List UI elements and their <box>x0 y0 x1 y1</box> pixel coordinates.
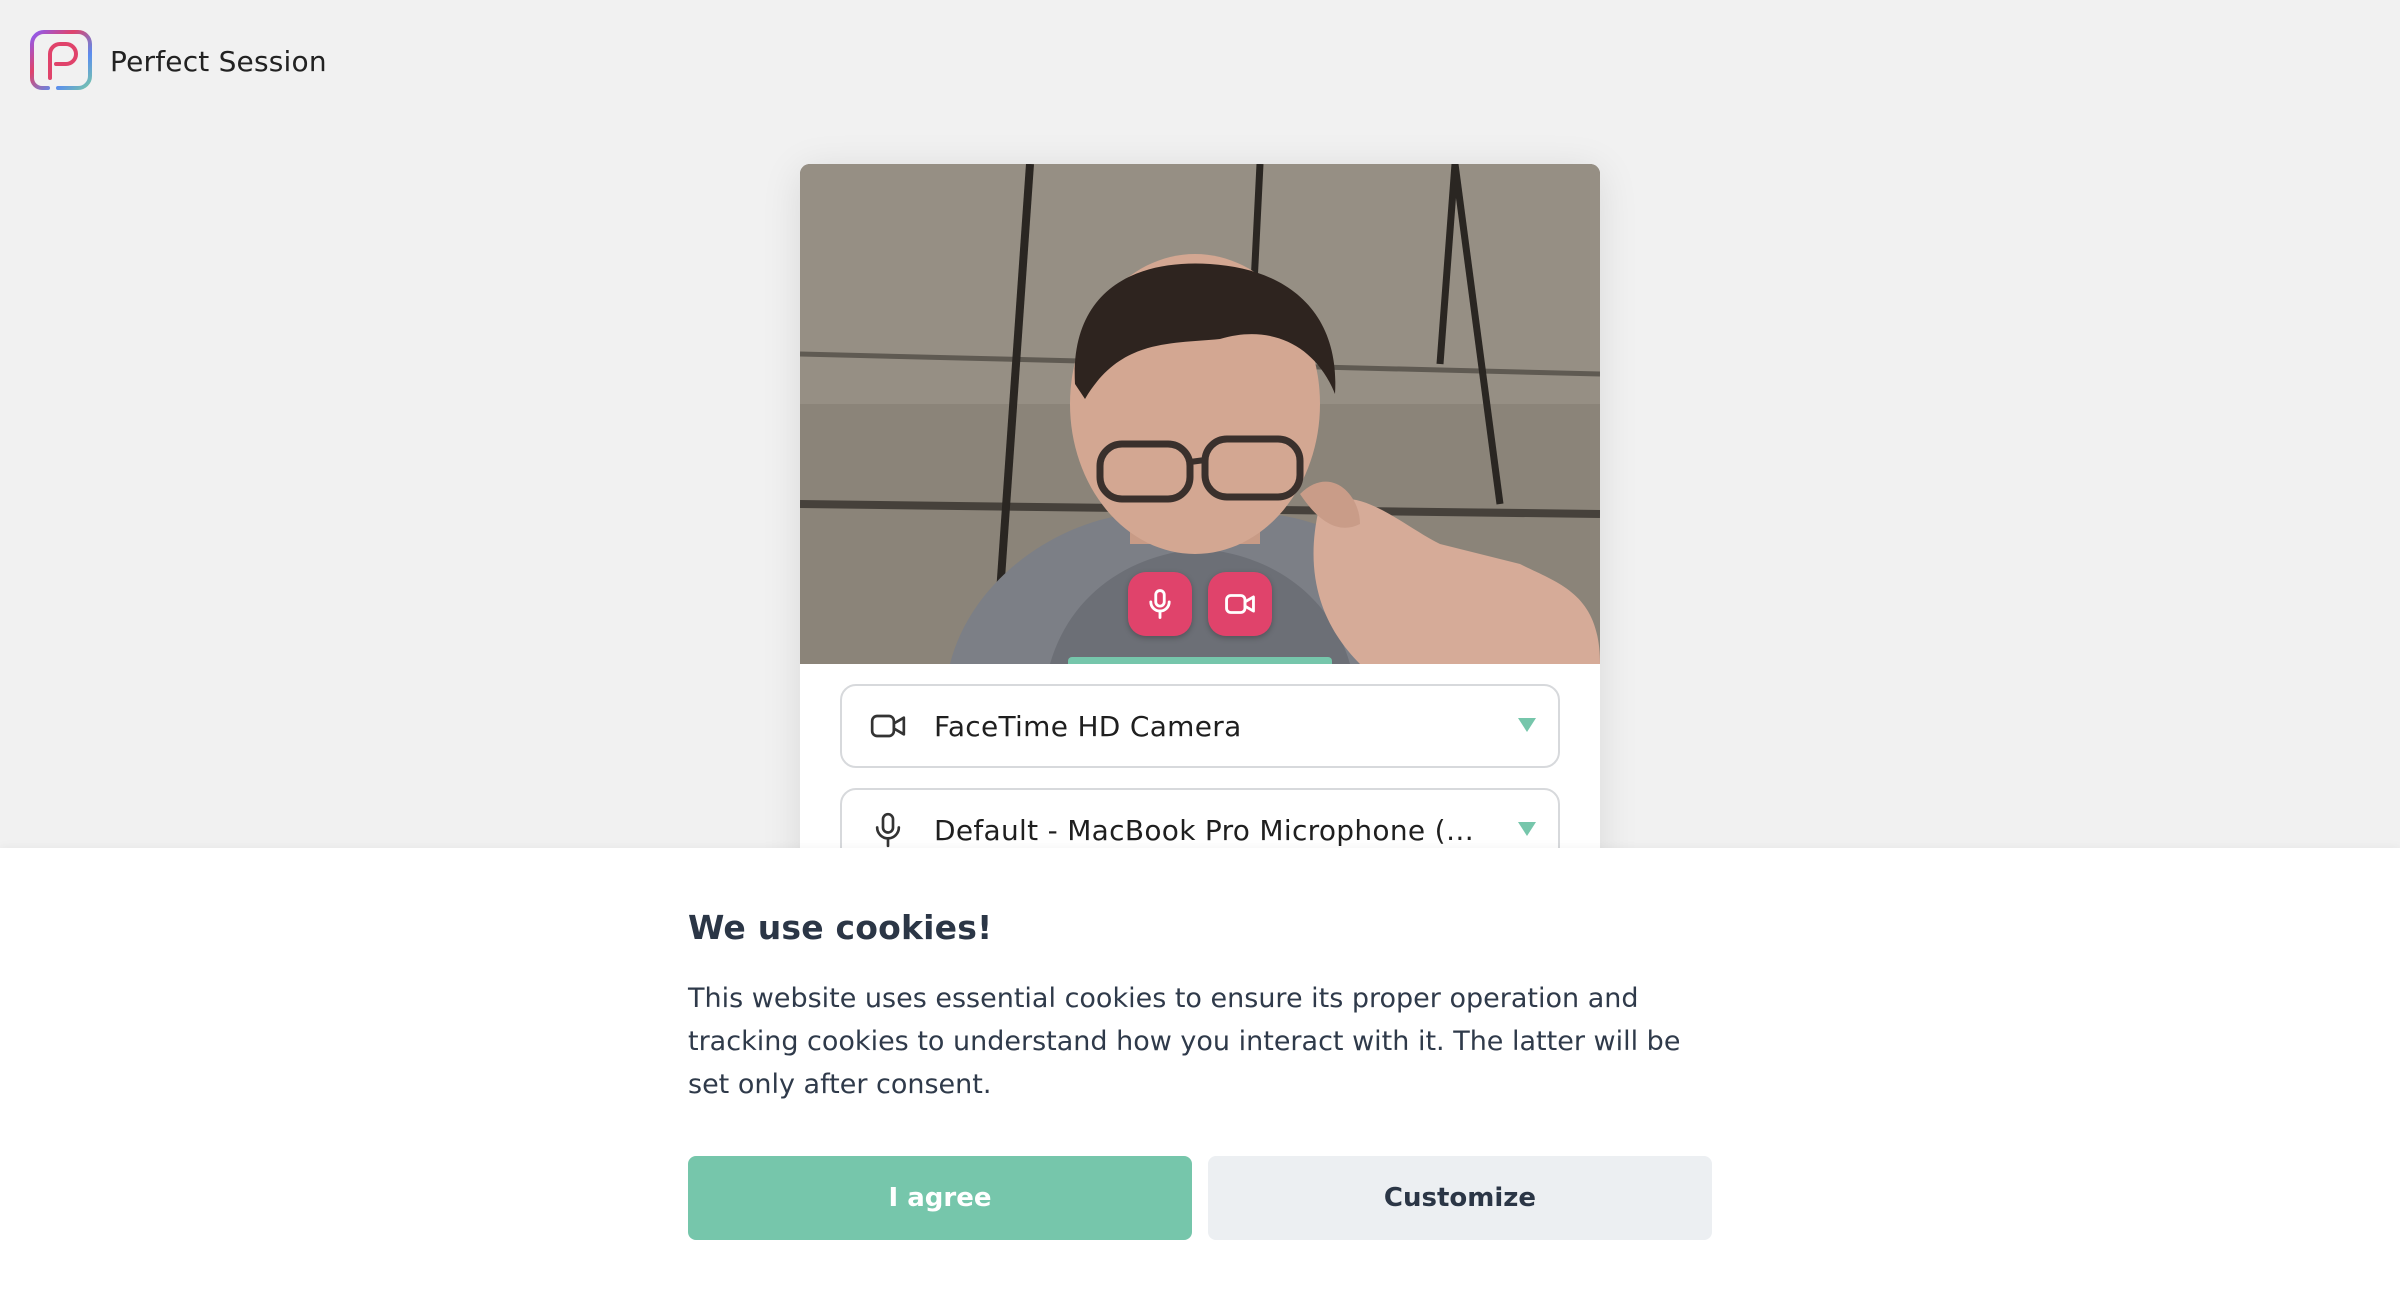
microphone-icon <box>1149 589 1171 619</box>
cookie-description: This website uses essential cookies to e… <box>688 983 1681 1100</box>
video-camera-icon <box>868 706 908 746</box>
brand[interactable]: Perfect Session <box>28 28 327 94</box>
camera-select[interactable]: FaceTime HD Camera <box>840 684 1560 768</box>
camera-select-value: FaceTime HD Camera <box>934 709 1242 743</box>
cookie-actions: I agree Customize <box>688 1156 1712 1240</box>
microphone-select-value: Default - MacBook Pro Microphone (Built.… <box>934 813 1478 847</box>
cookie-title: We use cookies! <box>688 908 993 947</box>
video-camera-icon <box>1225 594 1255 614</box>
camera-preview <box>800 164 1600 664</box>
device-selectors: FaceTime HD Camera Default - MacBook Pro… <box>800 664 1600 872</box>
toggle-microphone-button[interactable] <box>1128 572 1192 636</box>
chevron-down-icon <box>1518 718 1536 732</box>
microphone-icon <box>868 810 908 850</box>
audio-level-indicator <box>1068 657 1332 664</box>
agree-button[interactable]: I agree <box>688 1156 1192 1240</box>
customize-button[interactable]: Customize <box>1208 1156 1712 1240</box>
brand-name: Perfect Session <box>110 44 327 78</box>
cookie-banner: We use cookies! This website uses essent… <box>0 848 2400 1298</box>
media-controls <box>1128 572 1272 636</box>
cookie-content: We use cookies! This website uses essent… <box>688 908 1712 1240</box>
perfect-session-logo <box>30 30 92 90</box>
device-setup-card: FaceTime HD Camera Default - MacBook Pro… <box>800 164 1600 884</box>
toggle-camera-button[interactable] <box>1208 572 1272 636</box>
chevron-down-icon <box>1518 822 1536 836</box>
